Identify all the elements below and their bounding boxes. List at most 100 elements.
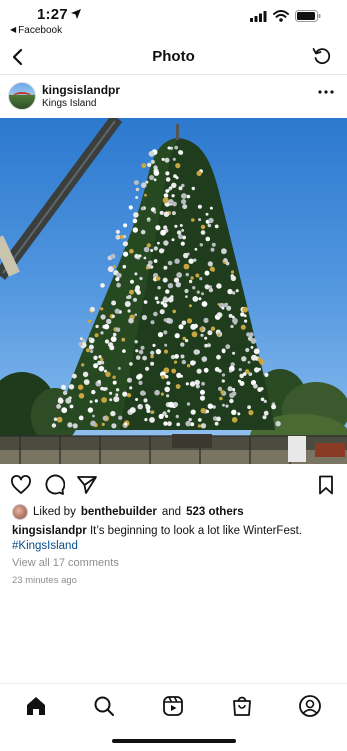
caption-username[interactable]: kingsislandpr <box>12 525 87 537</box>
ornament <box>68 384 75 390</box>
ornament <box>132 218 138 224</box>
ornament <box>141 314 147 321</box>
ornament <box>229 392 235 398</box>
share-icon[interactable] <box>76 474 98 496</box>
post-caption: kingsislandpr It’s beginning to look a l… <box>12 524 337 554</box>
status-bar: 1:27 ◀ Facebook <box>0 0 347 40</box>
ornament <box>153 178 157 182</box>
post-username[interactable]: kingsislandpr <box>42 83 120 97</box>
refresh-icon[interactable] <box>311 45 333 67</box>
ornament <box>111 423 117 429</box>
ornament <box>174 224 178 228</box>
ornament <box>139 276 143 281</box>
ornament <box>188 417 192 422</box>
heart-icon[interactable] <box>10 474 32 496</box>
ornament <box>140 229 146 235</box>
ornament <box>199 395 206 401</box>
ornament <box>150 320 155 325</box>
ornament <box>115 388 120 392</box>
back-to-app-link[interactable]: ◀ Facebook <box>10 25 62 36</box>
ornament <box>124 301 131 307</box>
ornament <box>104 339 110 344</box>
ornament <box>181 199 187 205</box>
ornament <box>111 300 117 306</box>
ornament <box>88 344 94 350</box>
ornament <box>149 175 155 181</box>
post-photo[interactable] <box>0 118 347 464</box>
ornament <box>237 412 241 416</box>
ornament <box>69 404 74 409</box>
avatar[interactable] <box>8 82 36 110</box>
ornament <box>204 270 210 276</box>
ornament <box>196 368 202 374</box>
ornament <box>150 249 154 252</box>
shop-icon[interactable] <box>230 694 254 718</box>
ornament <box>216 283 222 289</box>
ornament <box>204 284 210 290</box>
ornament <box>264 372 269 377</box>
ornament <box>216 354 221 360</box>
ornament <box>93 363 99 369</box>
search-icon[interactable] <box>92 694 116 718</box>
ornament <box>229 369 232 373</box>
more-dots-icon[interactable] <box>317 84 335 100</box>
ornament <box>135 187 140 192</box>
ornament <box>163 240 169 246</box>
ornament <box>98 365 105 372</box>
ornament <box>115 229 120 234</box>
status-indicators <box>250 10 321 22</box>
ornament <box>195 384 200 389</box>
ornament <box>147 218 151 222</box>
ornament <box>144 193 147 197</box>
ornament <box>205 236 211 242</box>
likes-others[interactable]: 523 others <box>186 506 244 518</box>
ornament <box>192 296 199 302</box>
ornament <box>142 355 148 361</box>
reels-icon[interactable] <box>161 694 185 718</box>
ornament <box>143 246 150 253</box>
ornament <box>214 421 219 426</box>
ornament <box>51 423 57 428</box>
ornament <box>97 379 101 384</box>
ornament <box>157 286 161 290</box>
ornament <box>219 396 223 401</box>
ornament <box>248 332 254 337</box>
post-location[interactable]: Kings Island <box>42 98 96 109</box>
ornament <box>89 400 93 404</box>
likes-row[interactable]: Liked by benthebuilder and 523 others <box>12 504 244 520</box>
home-icon[interactable] <box>24 694 48 718</box>
ornament <box>232 388 236 392</box>
ornament <box>250 346 254 349</box>
ornament <box>161 157 165 161</box>
bookmark-icon[interactable] <box>315 474 337 496</box>
caption-hashtag[interactable]: #KingsIsland <box>12 540 78 552</box>
ornament <box>199 326 204 332</box>
liker-username[interactable]: benthebuilder <box>81 506 157 518</box>
ornament <box>230 275 237 281</box>
ornament <box>133 180 139 186</box>
ornament <box>163 265 168 270</box>
view-comments-link[interactable]: View all 17 comments <box>12 557 119 569</box>
ornament <box>250 338 257 344</box>
likes-conjunction: and <box>161 506 182 518</box>
ornament <box>163 296 168 301</box>
ornament <box>186 194 191 199</box>
ornament <box>62 390 68 395</box>
ornament <box>140 345 145 350</box>
ornament <box>165 289 170 294</box>
ornament <box>164 349 168 354</box>
ornament <box>167 409 171 413</box>
ornament <box>150 361 155 366</box>
ornament <box>110 253 116 259</box>
ornament <box>190 276 194 280</box>
profile-icon[interactable] <box>298 694 322 718</box>
home-indicator[interactable] <box>112 739 236 743</box>
ornament <box>135 349 139 353</box>
ornament <box>201 356 208 362</box>
comment-icon[interactable] <box>43 474 65 496</box>
ornament <box>175 414 179 419</box>
ornament <box>232 317 238 324</box>
ornament <box>152 343 156 347</box>
ornament <box>98 355 102 359</box>
ornament <box>134 287 140 293</box>
